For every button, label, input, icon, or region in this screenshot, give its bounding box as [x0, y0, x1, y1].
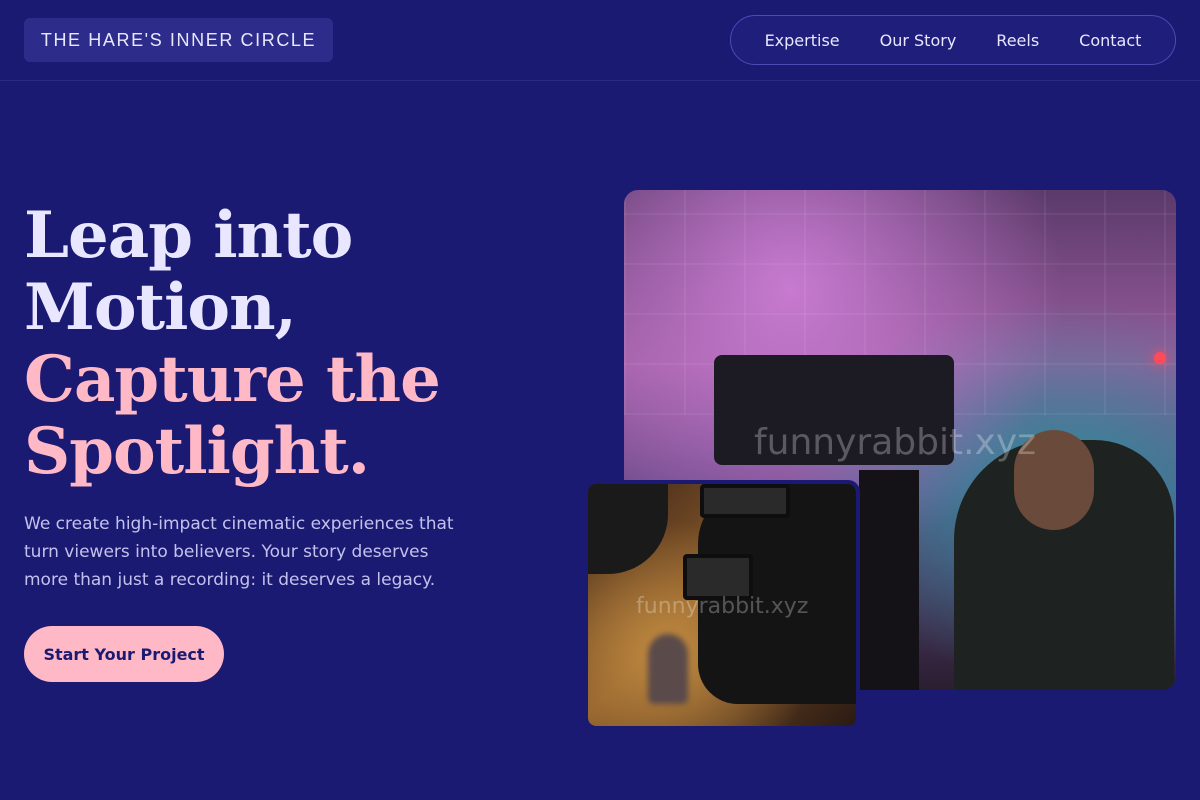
brand-logo[interactable]: THE HARE'S INNER CIRCLE [24, 18, 333, 62]
site-header: THE HARE'S INNER CIRCLE Expertise Our St… [0, 0, 1200, 81]
camera-monitor [683, 554, 753, 600]
main-nav: Expertise Our Story Reels Contact [730, 15, 1176, 65]
hero-title-line-4: Spotlight. [24, 414, 370, 489]
hero-title: Leap into Motion, Capture the Spotlight. [24, 200, 584, 488]
cinema-camera [714, 355, 954, 465]
nav-link-reels[interactable]: Reels [976, 31, 1059, 50]
red-light [1154, 352, 1166, 364]
camera-top-monitor [700, 484, 790, 518]
nav-link-expertise[interactable]: Expertise [745, 31, 860, 50]
inset-camera-photo: funnyrabbit.xyz [584, 480, 860, 730]
nav-link-contact[interactable]: Contact [1059, 31, 1161, 50]
hero-title-line-3: Capture the [24, 342, 441, 417]
hero-subtitle: We create high-impact cinematic experien… [24, 514, 454, 590]
camera-rig [859, 470, 919, 690]
start-project-button[interactable]: Start Your Project [24, 626, 224, 682]
blurred-subject [648, 634, 688, 704]
operator-head [1014, 430, 1094, 530]
hero-title-line-1: Leap into [24, 198, 353, 273]
nav-link-our-story[interactable]: Our Story [860, 31, 977, 50]
hero-title-line-2: Motion, [24, 270, 297, 345]
lens-hood [588, 484, 668, 574]
